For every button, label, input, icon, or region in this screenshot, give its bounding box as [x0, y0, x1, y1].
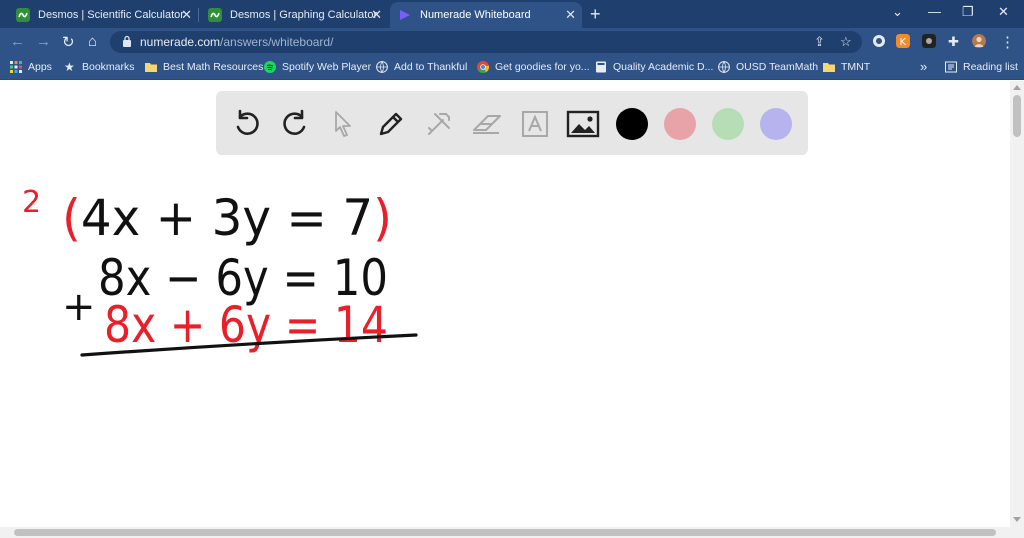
tab-desmos-graphing[interactable]: Desmos | Graphing Calculator ✕	[200, 2, 388, 28]
color-swatch-purple[interactable]	[760, 108, 792, 140]
reading-list-icon	[945, 61, 957, 73]
extension-dark-icon[interactable]	[922, 34, 936, 48]
bookmark-bookmarks[interactable]: ★ Bookmarks	[64, 61, 135, 73]
pen-icon	[379, 112, 403, 136]
restore-icon[interactable]: ❐	[962, 4, 974, 20]
equation-line-1: (4x + 3y = 7)	[62, 189, 392, 247]
drawing-toolbar	[216, 91, 808, 155]
close-tab-icon[interactable]: ✕	[181, 7, 192, 23]
lock-icon	[123, 35, 131, 47]
redo-button[interactable]	[278, 107, 312, 141]
apps-grid-icon	[10, 61, 22, 73]
desmos-icon	[16, 8, 30, 22]
whiteboard-page: 2 (4x + 3y = 7) 8x − 6y = 10 + 8x + 6y =…	[0, 81, 1024, 538]
pointer-button[interactable]	[326, 107, 360, 141]
bookmark-best-math-resources[interactable]: Best Math Resources	[145, 61, 263, 73]
address-bar[interactable]: numerade.com/answers/whiteboard/ ⇪ ☆	[110, 31, 862, 53]
multiplier-text: 2	[22, 185, 41, 220]
reading-list-button[interactable]: Reading list	[945, 61, 1018, 73]
forward-icon[interactable]: →	[36, 33, 51, 50]
bookmark-apps[interactable]: Apps	[10, 61, 52, 73]
star-icon: ★	[64, 60, 75, 74]
tab-label: Numerade Whiteboard	[420, 9, 531, 21]
browser-window: Desmos | Scientific Calculator ✕ Desmos …	[0, 0, 1024, 538]
new-tab-icon[interactable]: +	[590, 4, 601, 25]
minimize-icon[interactable]: —	[928, 4, 941, 19]
tab-desmos-scientific[interactable]: Desmos | Scientific Calculator ✕	[8, 2, 198, 28]
horizontal-scrollbar[interactable]	[0, 527, 1010, 538]
vertical-scrollbar[interactable]	[1010, 81, 1024, 527]
bookmark-add-to-thankful[interactable]: Add to Thankful	[376, 61, 467, 73]
globe-icon	[376, 61, 388, 73]
avatar[interactable]	[972, 34, 986, 48]
reload-icon[interactable]: ↻	[62, 33, 75, 51]
page-icon	[596, 61, 606, 73]
plus-sign: +	[62, 284, 96, 330]
globe-icon	[718, 61, 730, 73]
tab-numerade-whiteboard[interactable]: Numerade Whiteboard ✕	[390, 2, 582, 28]
svg-text:K: K	[900, 37, 907, 48]
color-swatch-pink[interactable]	[664, 108, 696, 140]
back-icon[interactable]: ←	[10, 33, 25, 50]
pointer-icon	[335, 111, 351, 137]
bookmark-ousd-teammath[interactable]: OUSD TeamMath	[718, 61, 818, 73]
tab-label: Desmos | Scientific Calculator	[38, 9, 184, 21]
bookmark-quality-academic[interactable]: Quality Academic D...	[595, 61, 713, 73]
tab-strip: Desmos | Scientific Calculator ✕ Desmos …	[0, 0, 1024, 28]
extension-orange-icon[interactable]: K	[896, 34, 910, 48]
address-row: ← → ↻ ⌂ numerade.com/answers/whiteboard/…	[0, 28, 1024, 56]
eraser-icon	[473, 115, 501, 134]
chrome-icon	[477, 61, 489, 73]
close-tab-icon[interactable]: ✕	[371, 7, 382, 23]
color-swatch-green[interactable]	[712, 108, 744, 140]
tab-label: Desmos | Graphing Calculator	[230, 9, 378, 21]
color-swatch-black[interactable]	[616, 108, 648, 140]
bookmarks-overflow-button[interactable]: »	[920, 59, 927, 74]
redo-icon	[283, 109, 306, 135]
menu-kebab-icon[interactable]: ⋮	[1000, 33, 1015, 51]
desmos-icon	[208, 8, 222, 22]
extension-colorful-icon[interactable]	[872, 34, 886, 48]
bookmark-star-icon[interactable]: ☆	[840, 34, 852, 50]
image-button[interactable]	[566, 107, 600, 141]
close-tab-icon[interactable]: ✕	[565, 7, 576, 23]
extensions-puzzle-icon[interactable]: ✚	[948, 34, 959, 50]
tab-search-icon[interactable]: ⌄	[892, 4, 903, 20]
share-icon[interactable]: ⇪	[814, 34, 825, 50]
undo-button[interactable]	[230, 107, 264, 141]
whiteboard-canvas[interactable]: 2 (4x + 3y = 7) 8x − 6y = 10 + 8x + 6y =…	[0, 165, 1010, 525]
close-window-icon[interactable]: ✕	[998, 4, 1009, 20]
vertical-scroll-thumb[interactable]	[1013, 95, 1021, 137]
home-icon[interactable]: ⌂	[88, 33, 97, 50]
bookmark-tmnt[interactable]: TMNT	[823, 61, 870, 73]
horizontal-scroll-thumb[interactable]	[14, 529, 996, 536]
folder-icon	[823, 63, 835, 72]
text-icon	[522, 111, 548, 137]
image-icon	[566, 110, 600, 138]
bookmark-get-goodies[interactable]: Get goodies for yo...	[477, 61, 590, 73]
eraser-button[interactable]	[470, 107, 504, 141]
pen-button[interactable]	[374, 107, 408, 141]
bookmarks-bar: Apps ★ Bookmarks Best Math Resources Spo…	[0, 56, 1024, 80]
undo-icon	[236, 109, 259, 135]
folder-icon	[145, 63, 157, 72]
tools-icon	[428, 113, 450, 135]
numerade-icon	[400, 10, 410, 20]
url-text: numerade.com/answers/whiteboard/	[140, 35, 334, 49]
bookmark-spotify[interactable]: Spotify Web Player	[264, 61, 371, 73]
spotify-icon	[264, 61, 276, 73]
tools-button[interactable]	[422, 107, 456, 141]
text-button[interactable]	[518, 107, 552, 141]
